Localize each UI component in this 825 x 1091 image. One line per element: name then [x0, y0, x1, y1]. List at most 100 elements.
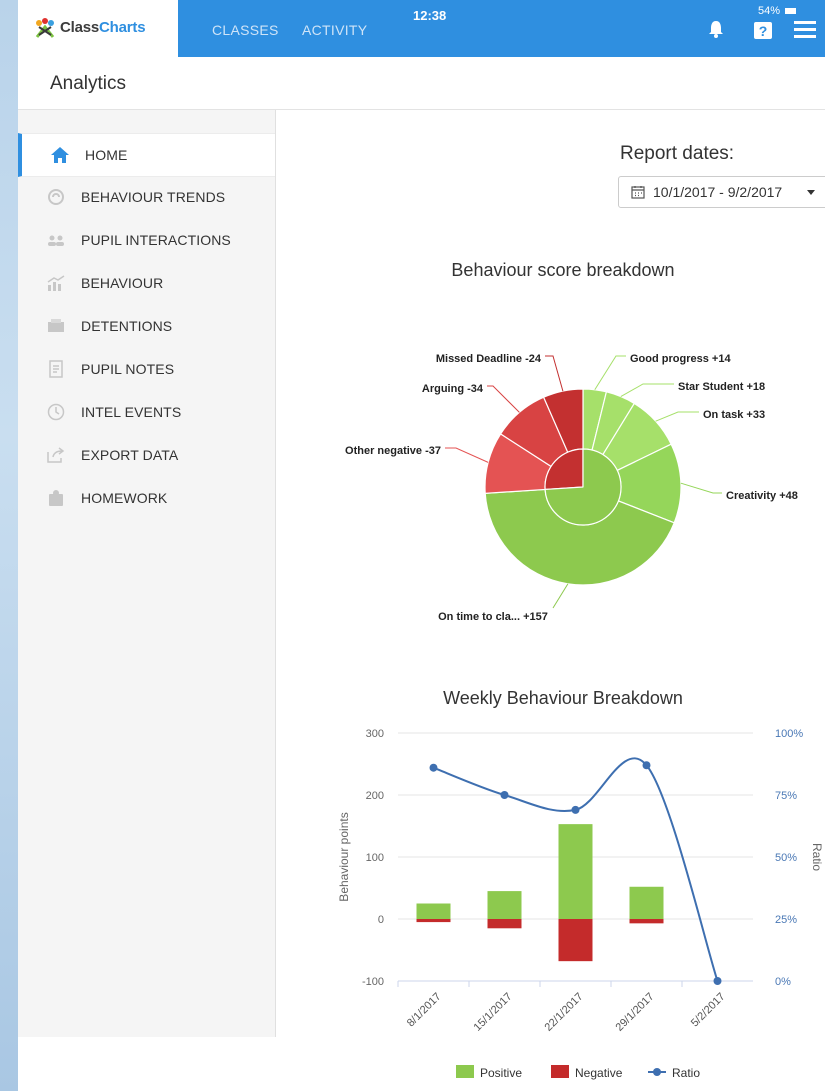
donut-slice-label: Other negative -37	[345, 445, 441, 457]
date-range-value: 10/1/2017 - 9/2/2017	[653, 184, 783, 200]
bar-positive[interactable]	[629, 886, 664, 919]
y-tick-label: 100	[366, 852, 384, 864]
bar-positive[interactable]	[487, 891, 522, 919]
sidebar-item-label: PUPIL NOTES	[81, 361, 175, 377]
y2-tick-label: 50%	[775, 852, 797, 864]
y-tick-label: 300	[366, 728, 384, 740]
homework-icon	[49, 490, 63, 506]
notes-icon	[49, 360, 63, 378]
nav-classes[interactable]: CLASSES	[212, 22, 279, 38]
y2-axis-label: Ratio	[810, 843, 824, 871]
y2-tick-label: 25%	[775, 914, 797, 926]
y2-tick-label: 100%	[775, 728, 803, 740]
bar-negative[interactable]	[629, 919, 664, 924]
donut-slice-label: Creativity +48	[726, 490, 798, 502]
donut-label-connector	[680, 482, 722, 494]
donut-label-connector	[445, 447, 489, 463]
clock-icon	[47, 403, 65, 421]
bar-negative[interactable]	[416, 919, 451, 923]
app-window: ClassCharts CLASSES ACTIVITY 12:38 54% ?…	[18, 0, 825, 1091]
bar-positive[interactable]	[416, 903, 451, 920]
sidebar-item-label: EXPORT DATA	[81, 447, 179, 463]
donut-slice-label: Star Student +18	[678, 381, 765, 393]
donut-slice-label: On task +33	[703, 409, 765, 421]
battery-percent: 54%	[758, 5, 781, 17]
x-tick-label: 15/1/2017	[472, 991, 515, 1034]
legend-swatch	[551, 1065, 569, 1078]
sidebar-item-pupil-interactions[interactable]: PUPIL INTERACTIONS	[18, 219, 275, 261]
weekly-chart-title: Weekly Behaviour Breakdown	[443, 688, 683, 708]
page-title: Analytics	[50, 73, 127, 94]
ratio-point[interactable]	[571, 805, 580, 814]
sidebar: HOME BEHAVIOUR TRENDS PUPIL INTERACTIONS…	[18, 110, 276, 1037]
battery-icon	[785, 8, 797, 15]
sidebar-item-intel-events[interactable]: INTEL EVENTS	[18, 391, 275, 433]
donut-slice-label: Arguing -34	[422, 383, 484, 395]
people-icon	[48, 235, 64, 246]
y-tick-label: -100	[362, 976, 384, 988]
legend-label[interactable]: Negative	[575, 1066, 623, 1080]
sidebar-item-label: BEHAVIOUR	[81, 275, 164, 291]
x-tick-label: 29/1/2017	[614, 991, 657, 1034]
y-axis-label: Behaviour points	[337, 812, 351, 901]
svg-text:?: ?	[759, 23, 768, 39]
weekly-behaviour-chart: 300 100% 200 75% 100 50% 0 25% -100 0% Behaviour p…	[337, 728, 824, 1080]
sidebar-item-detentions[interactable]: DETENTIONS	[18, 305, 275, 347]
page-header: Analytics	[18, 57, 825, 110]
bar-positive[interactable]	[558, 824, 593, 919]
trends-icon	[48, 189, 64, 205]
donut-label-connector	[620, 383, 674, 398]
brand-logo-area[interactable]: ClassCharts	[18, 0, 178, 57]
sidebar-item-behaviour[interactable]: BEHAVIOUR	[18, 262, 275, 304]
bar-negative[interactable]	[558, 919, 593, 962]
sidebar-item-label: PUPIL INTERACTIONS	[81, 232, 231, 248]
sidebar-item-home[interactable]: HOME	[18, 133, 275, 177]
donut-slice-label: Good progress +14	[630, 353, 731, 365]
sidebar-item-export-data[interactable]: EXPORT DATA	[18, 434, 275, 476]
status-clock: 12:38	[413, 8, 447, 23]
donut-label-connector	[594, 355, 626, 390]
sidebar-item-label: HOME	[85, 147, 128, 163]
top-bar: ClassCharts CLASSES ACTIVITY 12:38 54% ?	[18, 0, 825, 57]
legend-swatch	[456, 1065, 474, 1078]
sidebar-item-label: BEHAVIOUR TRENDS	[81, 189, 226, 205]
ratio-point[interactable]	[642, 761, 651, 770]
ratio-point[interactable]	[500, 791, 509, 799]
donut-label-connector	[655, 411, 699, 422]
bar-negative[interactable]	[487, 919, 522, 929]
y2-tick-label: 0%	[775, 976, 791, 988]
ratio-point[interactable]	[429, 763, 438, 772]
caret-down-icon	[807, 190, 815, 195]
help-icon[interactable]: ?	[752, 18, 774, 40]
ratio-point[interactable]	[713, 977, 722, 985]
bell-icon[interactable]	[708, 20, 724, 38]
home-icon	[51, 147, 69, 163]
brand-name-part1: Class	[60, 19, 100, 36]
nav-activity[interactable]: ACTIVITY	[302, 22, 367, 38]
sidebar-item-label: HOMEWORK	[81, 490, 168, 506]
report-dates-label: Report dates:	[620, 143, 735, 164]
hamburger-menu-icon[interactable]	[794, 19, 816, 39]
sidebar-item-homework[interactable]: HOMEWORK	[18, 477, 275, 519]
donut-label-connector	[545, 355, 564, 392]
donut-chart-title: Behaviour score breakdown	[451, 260, 675, 280]
sidebar-item-label: INTEL EVENTS	[81, 404, 182, 420]
detention-icon	[48, 319, 64, 332]
x-tick-label: 22/1/2017	[543, 991, 586, 1034]
x-tick-label: 8/1/2017	[405, 991, 444, 1030]
sidebar-item-pupil-notes[interactable]: PUPIL NOTES	[18, 348, 275, 390]
date-range-picker[interactable]: 10/1/2017 - 9/2/2017	[618, 176, 825, 208]
legend-label[interactable]: Positive	[480, 1066, 522, 1080]
sidebar-item-behaviour-trends[interactable]: BEHAVIOUR TRENDS	[18, 176, 275, 218]
behaviour-score-donut-chart: Good progress +14 Star Student +18 On task…	[345, 353, 798, 623]
legend-label[interactable]: Ratio	[672, 1066, 700, 1080]
export-icon	[47, 447, 65, 463]
donut-label-connector	[552, 583, 569, 609]
y-tick-label: 200	[366, 790, 384, 802]
brand-name-part2: Charts	[99, 19, 146, 36]
donut-slice-label: On time to cla... +157	[438, 611, 548, 623]
donut-slice-label: Missed Deadline -24	[436, 353, 542, 365]
donut-label-connector	[487, 385, 520, 413]
brand-name: ClassCharts	[60, 19, 146, 36]
sidebar-item-label: DETENTIONS	[81, 318, 173, 334]
